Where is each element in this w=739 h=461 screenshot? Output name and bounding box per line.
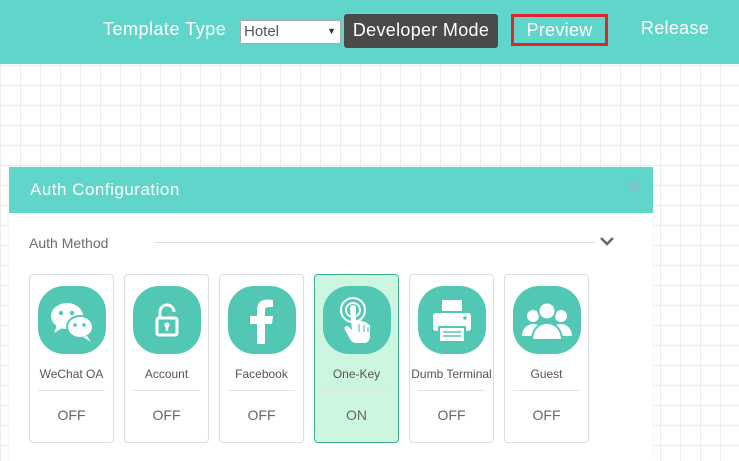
auth-method-label: Guest xyxy=(530,367,563,381)
card-divider xyxy=(323,390,390,391)
guest-group-icon xyxy=(513,286,581,354)
chevron-down-icon[interactable] xyxy=(599,235,615,247)
auth-method-dumb-terminal[interactable]: Dumb Terminal OFF xyxy=(409,274,494,443)
auth-method-status: OFF xyxy=(437,407,466,423)
lock-icon xyxy=(133,286,201,354)
card-divider xyxy=(38,390,105,391)
template-type-value: Hotel xyxy=(244,23,280,40)
facebook-icon xyxy=(228,286,296,354)
auth-method-wechat-oa[interactable]: WeChat OA OFF xyxy=(29,274,114,443)
auth-method-label: WeChat OA xyxy=(39,367,104,381)
card-divider xyxy=(513,390,580,391)
auth-method-account[interactable]: Account OFF xyxy=(124,274,209,443)
auth-method-label: Account xyxy=(144,367,189,381)
card-divider xyxy=(133,390,200,391)
auth-method-label: Auth Method xyxy=(29,235,109,251)
auth-method-facebook[interactable]: Facebook OFF xyxy=(219,274,304,443)
release-button[interactable]: Release xyxy=(630,18,720,42)
auth-method-label: Facebook xyxy=(235,367,288,381)
auth-method-guest[interactable]: Guest OFF xyxy=(504,274,589,443)
auth-method-status: ON xyxy=(346,407,367,423)
developer-mode-button[interactable]: Developer Mode xyxy=(344,14,498,48)
preview-button[interactable]: Preview xyxy=(511,14,608,46)
tap-icon xyxy=(323,286,391,354)
template-type-label: Template Type xyxy=(103,19,227,39)
auth-method-one-key[interactable]: One-Key ON xyxy=(314,274,399,443)
printer-icon xyxy=(418,286,486,354)
wechat-icon xyxy=(38,286,106,354)
auth-method-label: One-Key xyxy=(332,367,381,381)
auth-method-status: OFF xyxy=(152,407,181,423)
auth-method-status: OFF xyxy=(532,407,561,423)
card-divider xyxy=(228,390,295,391)
auth-method-status: OFF xyxy=(57,407,86,423)
top-toolbar: Template Type Hotel ▼ Developer Mode Pre… xyxy=(0,0,739,64)
auth-method-label: Dumb Terminal xyxy=(411,367,492,381)
panel-title: Auth Configuration xyxy=(30,180,180,199)
close-icon[interactable]: × xyxy=(626,176,642,198)
section-divider xyxy=(155,242,595,243)
panel-header: Auth Configuration × xyxy=(9,167,653,213)
auth-configuration-panel: Auth Configuration × Auth Method WeChat … xyxy=(9,167,653,461)
dropdown-arrow-icon: ▼ xyxy=(327,26,336,36)
template-type-select[interactable]: Hotel ▼ xyxy=(240,20,341,44)
auth-method-status: OFF xyxy=(247,407,276,423)
card-divider xyxy=(418,390,485,391)
